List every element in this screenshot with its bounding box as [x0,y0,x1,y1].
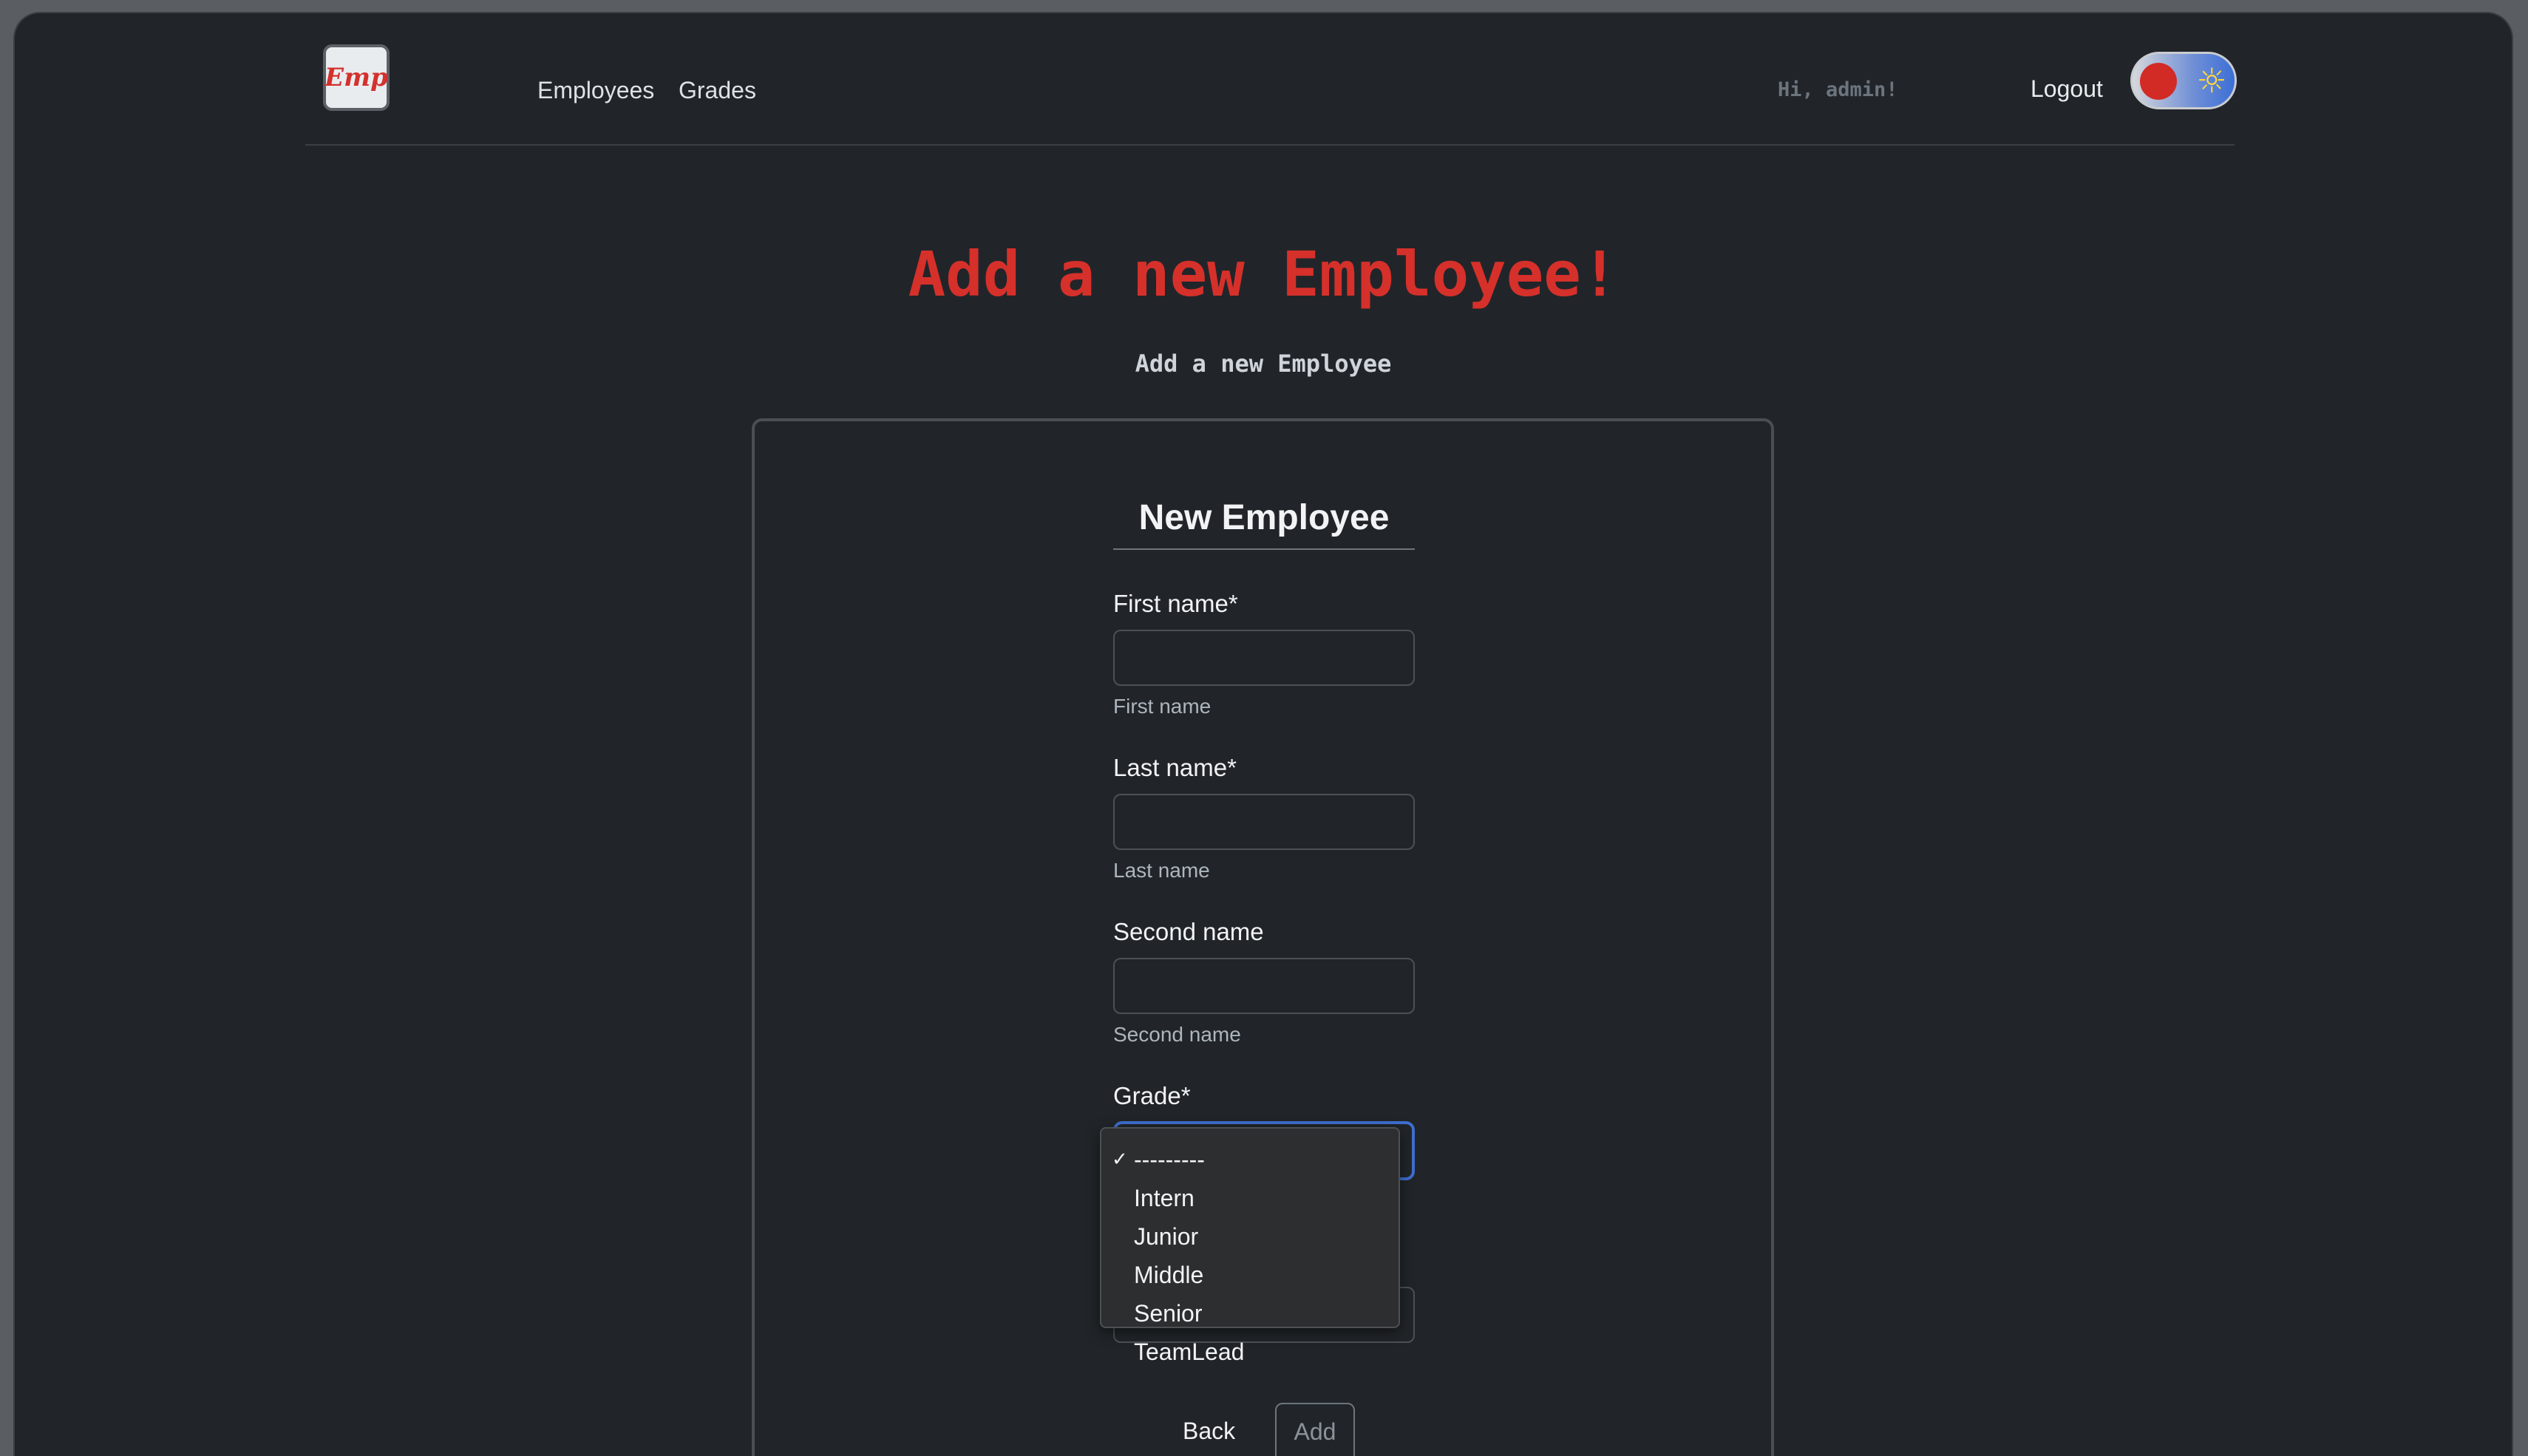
theme-toggle[interactable]: ☼ [2130,52,2237,109]
back-button[interactable]: Back [1183,1418,1235,1445]
toggle-knob [2140,63,2177,100]
logout-link[interactable]: Logout [2031,75,2103,103]
first-name-input[interactable] [1113,630,1415,686]
browser-window: Emp Employees Grades Hi, admin! Logout ☼… [15,13,2512,1456]
nav-link-employees[interactable]: Employees [537,77,654,104]
form-title: New Employee [1113,497,1415,550]
first-name-help: First name [1113,695,1212,718]
option-label: --------- [1134,1146,1205,1173]
sun-icon: ☼ [2196,61,2227,101]
second-name-label: Second name [1113,918,1264,945]
grade-option-middle[interactable]: Middle [1101,1256,1399,1294]
grade-option-junior[interactable]: Junior [1101,1217,1399,1256]
last-name-input[interactable] [1113,794,1415,850]
user-greeting: Hi, admin! [1778,78,1898,101]
grade-option-teamlead[interactable]: TeamLead [1101,1333,1399,1371]
second-name-input[interactable] [1113,958,1415,1014]
last-name-help: Last name [1113,859,1210,882]
last-name-label: Last name* [1113,754,1237,781]
page-subtitle: Add a new Employee [1135,350,1392,378]
second-name-help: Second name [1113,1023,1241,1046]
checkmark-icon: ✓ [1112,1149,1128,1171]
grade-dropdown-menu[interactable]: ✓ --------- Intern Junior Middle Senior … [1100,1127,1400,1365]
grade-option-intern[interactable]: Intern [1101,1179,1399,1217]
page-title: Add a new Employee! [908,238,1619,310]
grade-option-senior[interactable]: Senior [1101,1294,1399,1333]
navbar: Emp Employees Grades Hi, admin! Logout ☼ [305,13,2237,146]
add-button[interactable]: Add [1275,1403,1355,1456]
logo[interactable]: Emp [323,44,390,111]
grade-option-empty[interactable]: ✓ --------- [1101,1140,1399,1179]
grade-label: Grade* [1113,1082,1191,1109]
nav-link-grades[interactable]: Grades [679,77,756,104]
first-name-label: First name* [1113,590,1238,617]
